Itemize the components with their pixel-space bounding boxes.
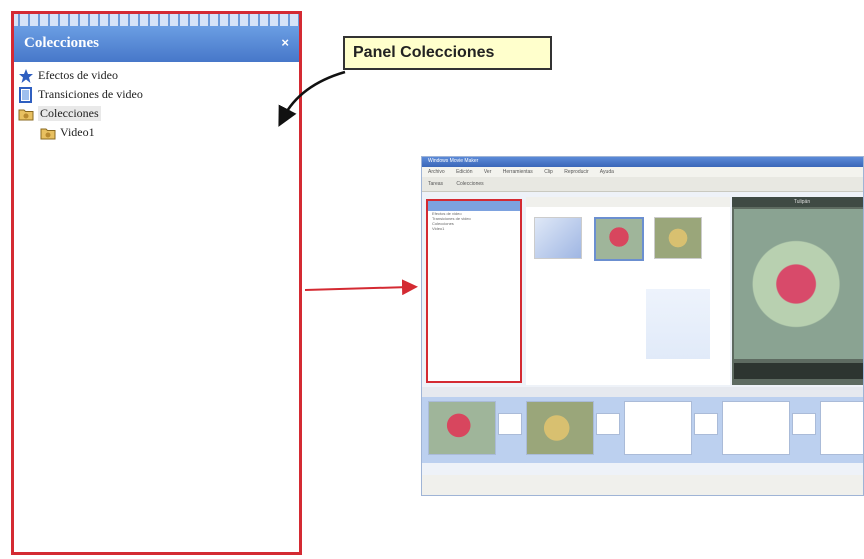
window-title-bar: Windows Movie Maker: [422, 157, 863, 167]
clip-thumbnail[interactable]: [534, 217, 582, 259]
callout-arrow: [278, 70, 346, 127]
contents-header: [526, 197, 730, 207]
clip-thumbnail[interactable]: [594, 217, 644, 261]
collection-contents: [526, 197, 730, 385]
toolbar: Tareas Colecciones: [422, 177, 863, 192]
preview-image: [734, 209, 863, 359]
menu-item[interactable]: Ver: [484, 169, 492, 175]
menu-bar: Archivo Edición Ver Herramientas Clip Re…: [422, 167, 863, 177]
collections-panel-thumbnail: Efectos de video Transiciones de video C…: [426, 199, 522, 383]
movie-maker-window: Windows Movie Maker Archivo Edición Ver …: [421, 156, 864, 496]
clip-thumbnail[interactable]: [654, 217, 702, 259]
menu-item[interactable]: Clip: [544, 169, 553, 175]
storyboard-toolbar: [422, 387, 863, 397]
preview-monitor: Tulipán: [732, 197, 863, 385]
menu-item[interactable]: Archivo: [428, 169, 445, 175]
menu-item[interactable]: Ayuda: [600, 169, 614, 175]
storyboard-clip[interactable]: [820, 401, 863, 455]
transition-slot[interactable]: [596, 413, 620, 435]
storyboard-clip[interactable]: [526, 401, 594, 455]
placeholder-graphic: [646, 289, 710, 359]
transition-slot[interactable]: [694, 413, 718, 435]
storyboard-clip[interactable]: [428, 401, 496, 455]
menu-item[interactable]: Reproducir: [564, 169, 588, 175]
menu-item[interactable]: Edición: [456, 169, 472, 175]
link-arrow: [304, 279, 418, 296]
playback-controls[interactable]: [734, 363, 863, 379]
toolbar-tasks-button[interactable]: Tareas: [428, 181, 443, 187]
menu-item[interactable]: Herramientas: [503, 169, 533, 175]
toolbar-collections-button[interactable]: Colecciones: [456, 181, 483, 187]
thumbnail-panel-header: [428, 201, 520, 211]
storyboard-clip[interactable]: [722, 401, 790, 455]
transition-slot[interactable]: [792, 413, 816, 435]
monitor-title: Tulipán: [732, 197, 863, 207]
window-title: Windows Movie Maker: [428, 158, 479, 164]
status-bar: [422, 475, 863, 495]
storyboard: [422, 397, 863, 463]
thumbnail-tree-item: Video1: [432, 226, 445, 231]
transition-slot[interactable]: [498, 413, 522, 435]
storyboard-clip[interactable]: [624, 401, 692, 455]
